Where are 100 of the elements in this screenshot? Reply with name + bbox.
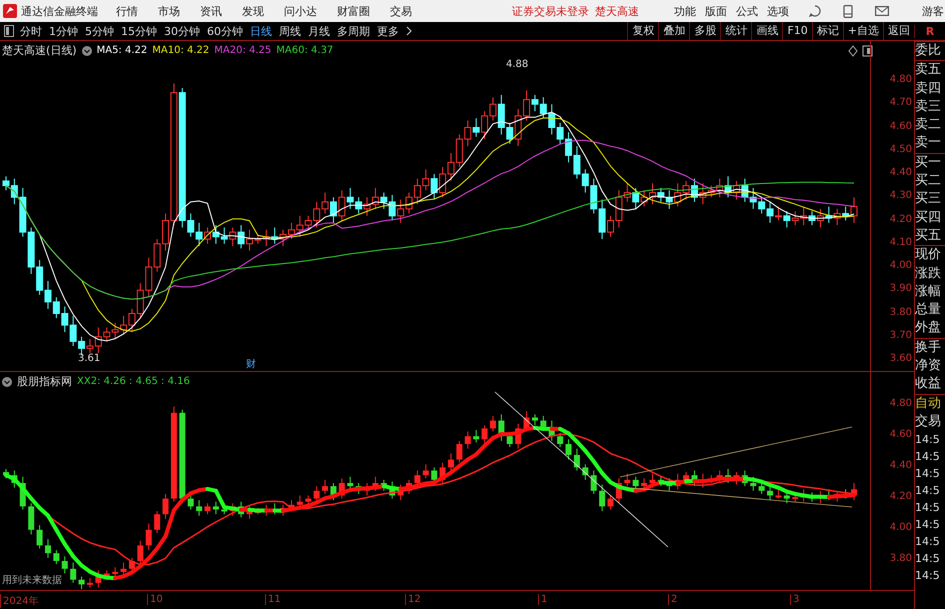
ma-legend-label: MA60: 4.37 — [276, 45, 334, 56]
price-axis-label: 4.10 — [890, 236, 912, 248]
trade-time: 14:5 — [915, 517, 941, 534]
price-axis-label: 4.40 — [890, 167, 912, 178]
ma-legend-label: MA20: 4.25 — [214, 45, 272, 56]
dropdown-circle-icon[interactable] — [82, 46, 92, 56]
toolbar-button[interactable]: +自选 — [842, 22, 883, 40]
mail-icon[interactable] — [875, 6, 889, 16]
high-price-label: 4.88 — [506, 59, 528, 70]
price-axis-label: 3.60 — [890, 353, 912, 364]
quote-field-label: 涨幅 — [915, 282, 942, 301]
low-price-label: 3.61 — [78, 353, 100, 364]
chevron-right-icon[interactable] — [406, 26, 412, 36]
panel-controls-icon[interactable] — [848, 45, 874, 57]
trade-time: 14:5 — [915, 568, 941, 584]
trade-time: 14:5 — [915, 432, 941, 448]
period-tab[interactable]: 5分钟 — [85, 24, 114, 38]
mode-label[interactable]: 自动 — [915, 394, 945, 413]
app-name: 通达信金融终端 — [21, 4, 98, 18]
period-tab[interactable]: 分时 — [20, 24, 42, 38]
date-axis-label: 3 — [790, 594, 800, 605]
menu-item[interactable]: 财富圈 — [337, 4, 370, 18]
period-tab[interactable]: 月线 — [308, 24, 330, 38]
date-axis-label: 1 — [538, 594, 548, 605]
indicator-axis-label: 3.80 — [890, 553, 912, 564]
status-notice[interactable]: 证券交易未登录 — [512, 4, 589, 18]
indicator-axis-label: 4.20 — [890, 491, 912, 502]
quote-field-label: 卖三 — [915, 98, 942, 116]
menu-item[interactable]: 问小达 — [284, 4, 317, 18]
indicator-axis-label: 4.80 — [890, 398, 912, 409]
quote-field-label: 涨跌 — [915, 264, 942, 283]
quote-field-label: 卖五 — [915, 61, 942, 80]
period-tab[interactable]: 更多 — [377, 24, 399, 38]
ma-legend-label: MA5: 4.22 — [96, 45, 148, 56]
ma-legend-label: MA10: 4.22 — [152, 45, 210, 56]
trade-time: 14:5 — [915, 500, 941, 516]
quote-field-label: 总量 — [915, 301, 942, 320]
toolbar-button[interactable]: F10 — [782, 22, 812, 40]
toolbar-button[interactable]: 返回 — [883, 22, 914, 40]
quote-field-label: 买五 — [915, 226, 942, 245]
trade-time: 14:5 — [915, 449, 941, 466]
toolbar-button[interactable]: 统计 — [720, 22, 752, 40]
panel-toggle-icon[interactable] — [4, 25, 14, 37]
period-tab[interactable]: 多周期 — [337, 24, 370, 38]
menu-item[interactable]: 功能 — [674, 4, 696, 18]
quote-field-label: 外盘 — [915, 319, 942, 338]
indicator-name: 股朋指标网 — [17, 374, 72, 389]
price-axis-label: 4.50 — [890, 144, 912, 155]
user-name[interactable]: 游客 — [922, 4, 944, 18]
menu-item[interactable]: 资讯 — [200, 4, 222, 18]
indicator-axis-label: 4.60 — [890, 429, 912, 440]
quote-field-label: 收益 — [915, 375, 942, 394]
quote-field-label: 现价 — [915, 246, 942, 264]
trade-time: 14:5 — [915, 534, 941, 550]
phone-icon[interactable] — [843, 4, 853, 18]
period-tab[interactable]: 60分钟 — [207, 24, 243, 38]
quote-field-label: 卖一 — [915, 134, 942, 152]
trade-time: 14:5 — [915, 466, 941, 482]
period-tab[interactable]: 15分钟 — [121, 24, 157, 38]
corner-label: R — [914, 24, 945, 38]
price-axis-label: 3.80 — [890, 306, 912, 318]
app-logo-icon — [3, 4, 17, 18]
date-axis-label: 2 — [668, 594, 678, 605]
period-tab[interactable]: 30分钟 — [164, 24, 200, 38]
toolbar-button[interactable]: 叠加 — [658, 22, 690, 40]
period-tab[interactable]: 日线 — [250, 24, 272, 38]
period-tab[interactable]: 1分钟 — [49, 24, 78, 38]
event-marker[interactable]: 财 — [246, 357, 256, 371]
menu-item[interactable]: 市场 — [158, 4, 180, 18]
quote-field-label: 净资 — [915, 357, 942, 376]
quote-field-label: 买四 — [915, 208, 942, 227]
status-notice[interactable]: 楚天高速 — [595, 4, 639, 18]
toolbar-button[interactable]: 标记 — [812, 22, 843, 40]
price-axis-label: 4.30 — [890, 190, 912, 202]
menu-item[interactable]: 交易 — [390, 4, 412, 18]
warning-note: 用到未来数据 — [2, 574, 62, 587]
date-axis-label: 2024年 — [0, 594, 38, 608]
date-axis-label: 10 — [147, 594, 163, 605]
menu-item[interactable]: 发现 — [242, 4, 264, 18]
trade-time: 14:5 — [915, 483, 941, 500]
quote-field-label: 卖四 — [915, 80, 942, 98]
quote-field-label: 买二 — [915, 172, 942, 190]
trade-title: 交易 — [915, 412, 942, 431]
indicator-axis-label: 4.00 — [890, 522, 912, 533]
dropdown-circle-icon[interactable] — [2, 376, 12, 386]
menu-item[interactable]: 行情 — [116, 4, 138, 18]
date-axis-label: 12 — [405, 594, 421, 605]
menu-item[interactable]: 公式 — [736, 4, 758, 18]
price-axis-label: 4.20 — [890, 214, 912, 224]
quote-field-label: 卖二 — [915, 116, 942, 134]
indicator-values: XX2: 4.26 : 4.65 : 4.16 — [77, 376, 190, 387]
quote-field-label: 换手 — [915, 338, 942, 357]
toolbar-button[interactable]: 画线 — [751, 22, 782, 40]
menu-item[interactable]: 选项 — [767, 4, 789, 18]
price-axis-label: 4.70 — [890, 97, 912, 108]
toolbar-button[interactable]: 复权 — [627, 22, 658, 40]
period-tab[interactable]: 周线 — [279, 24, 301, 38]
menu-item[interactable]: 版面 — [705, 4, 727, 18]
toolbar-button[interactable]: 多股 — [689, 22, 720, 40]
price-axis-label: 4.00 — [890, 260, 912, 271]
